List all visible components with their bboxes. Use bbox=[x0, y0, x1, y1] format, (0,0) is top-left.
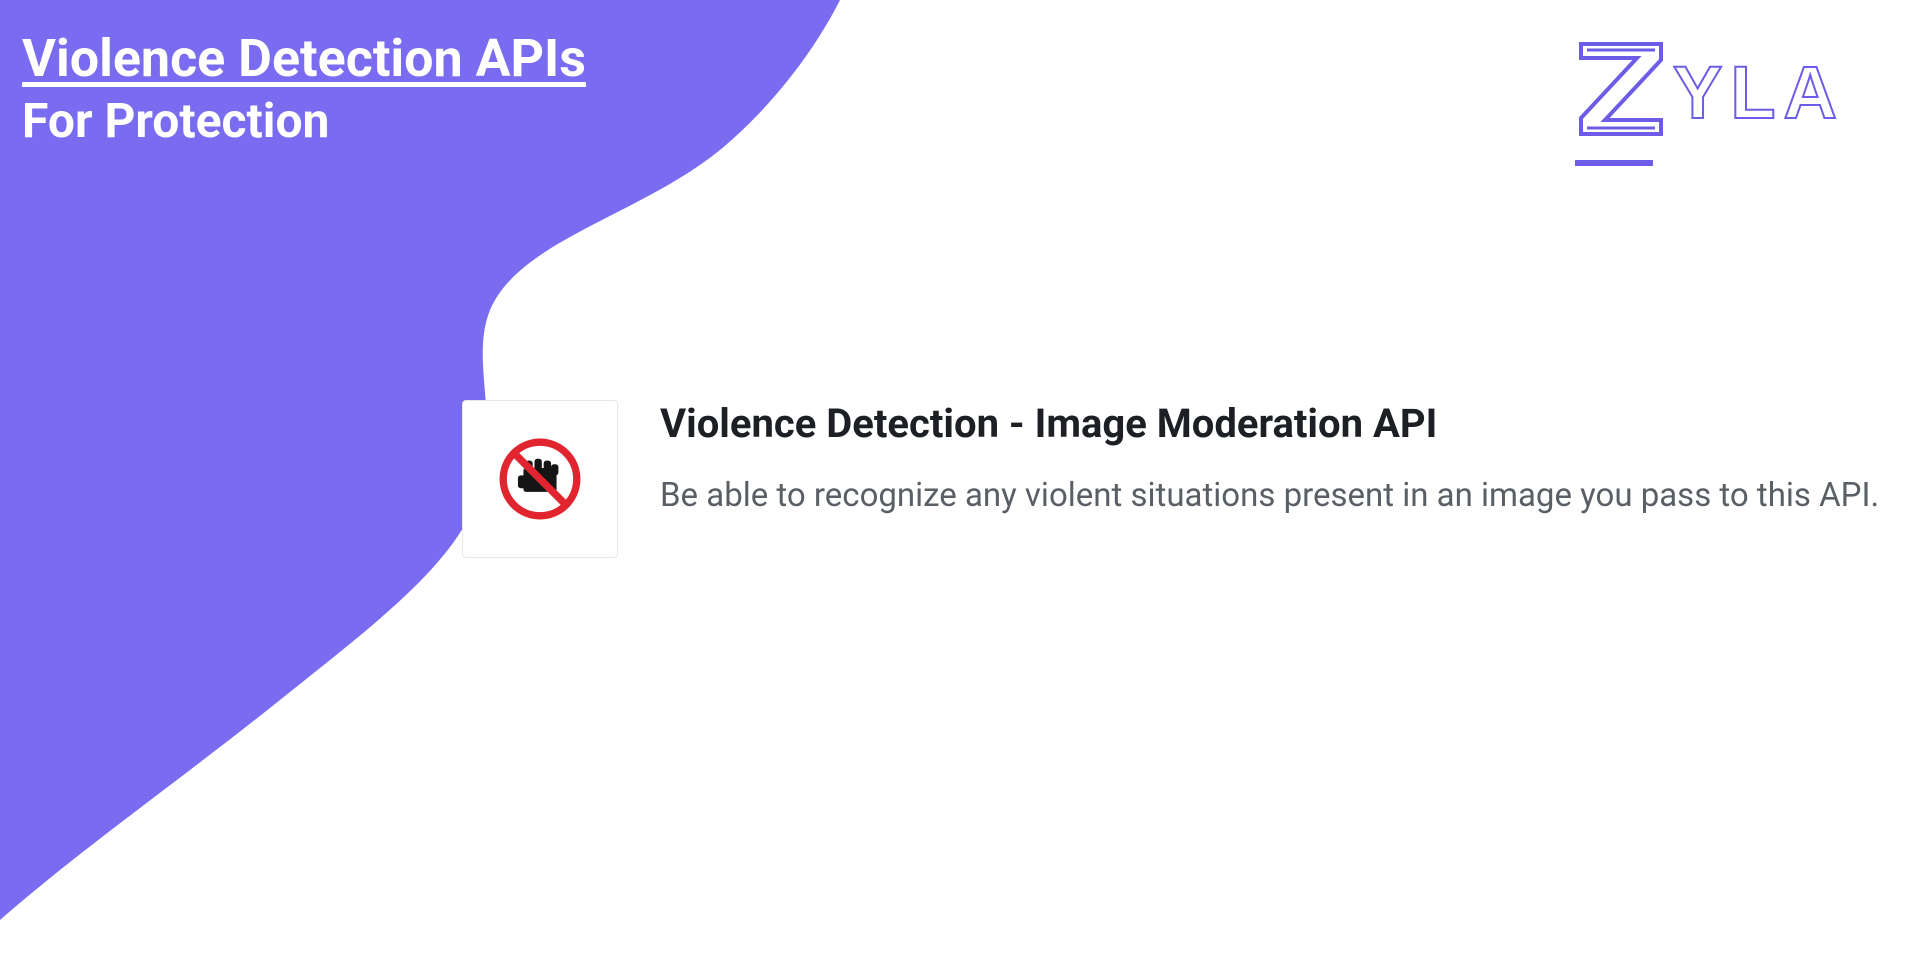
hero-heading: Violence Detection APIs For Protection bbox=[22, 30, 586, 148]
api-card: Violence Detection - Image Moderation AP… bbox=[462, 400, 1879, 558]
brand-logo-underline bbox=[1575, 160, 1653, 166]
api-card-text: Violence Detection - Image Moderation AP… bbox=[660, 400, 1879, 520]
api-card-icon-box bbox=[462, 400, 618, 558]
brand-logo-text: YLA bbox=[1673, 50, 1845, 135]
page-subtitle: For Protection bbox=[22, 95, 586, 148]
brand-logo-z bbox=[1575, 38, 1667, 148]
api-card-title: Violence Detection - Image Moderation AP… bbox=[660, 400, 1879, 448]
api-card-description: Be able to recognize any violent situati… bbox=[660, 472, 1879, 520]
no-violence-icon bbox=[494, 433, 586, 525]
page-title: Violence Detection APIs bbox=[22, 30, 586, 87]
brand-logo: YLA bbox=[1575, 38, 1845, 148]
